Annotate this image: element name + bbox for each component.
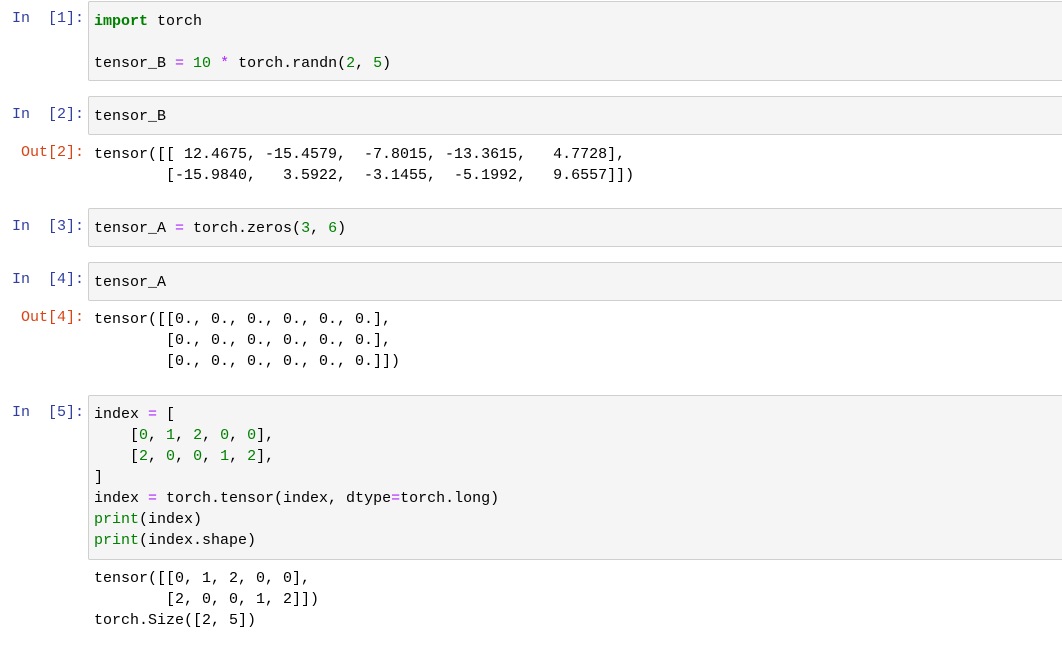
code-line: index = [	[94, 404, 1062, 425]
code-line: print(index.shape)	[94, 530, 1062, 551]
code-token: 10	[193, 55, 212, 72]
code-line: ]	[94, 467, 1062, 488]
code-token: ,	[202, 427, 221, 444]
code-token: 2	[247, 448, 257, 465]
code-line: tensor_A	[94, 272, 1062, 293]
code-token: (index.shape)	[139, 532, 257, 549]
code-token: ,	[202, 448, 221, 465]
code-token: 0	[139, 427, 149, 444]
code-token: torch.long)	[400, 490, 500, 507]
code-token: 6	[328, 220, 338, 237]
code-token: torch	[148, 13, 203, 30]
output-line: tensor([[0., 0., 0., 0., 0., 0.],	[94, 311, 392, 328]
code-token: 2	[346, 55, 356, 72]
code-token: [	[94, 448, 140, 465]
code-token: 0	[193, 448, 203, 465]
code-token: tensor_B	[94, 108, 167, 125]
code-token: torch.randn(	[229, 55, 347, 72]
code-token: import	[94, 13, 149, 30]
code-token: 2	[139, 448, 149, 465]
code-token: (index)	[139, 511, 203, 528]
code-input[interactable]: import torch tensor_B = 10 * torch.randn(…	[88, 1, 1062, 81]
code-token: 1	[220, 448, 230, 465]
code-line: print(index)	[94, 509, 1062, 530]
code-token: 0	[220, 427, 230, 444]
code-token: ,	[175, 427, 194, 444]
code-token: 2	[193, 427, 203, 444]
code-token: ,	[148, 448, 167, 465]
code-token: tensor_B	[94, 55, 176, 72]
code-line: tensor_B = 10 * torch.randn(2, 5)	[94, 53, 1062, 74]
code-token: )	[337, 220, 347, 237]
output-line: [2, 0, 0, 1, 2]])	[94, 591, 320, 608]
cell-output: tensor([[0, 1, 2, 0, 0], [2, 0, 0, 1, 2]…	[94, 568, 319, 631]
code-input[interactable]: tensor_A	[88, 262, 1062, 301]
code-line: import torch	[94, 11, 1062, 32]
code-token: ]	[94, 469, 104, 486]
in-prompt: In [2]:	[11, 106, 84, 123]
code-token: ],	[256, 427, 275, 444]
code-token: =	[391, 490, 401, 507]
code-line: [0, 1, 2, 0, 0],	[94, 425, 1062, 446]
cell-output: tensor([[0., 0., 0., 0., 0., 0.], [0., 0…	[94, 309, 400, 372]
output-line: [-15.9840, 3.5922, -3.1455, -5.1992, 9.6…	[94, 167, 635, 184]
code-token: print	[94, 511, 140, 528]
code-input[interactable]: tensor_B	[88, 96, 1062, 135]
out-prompt: Out[2]:	[20, 144, 84, 161]
code-line: tensor_B	[94, 106, 1062, 127]
in-prompt: In [3]:	[11, 218, 84, 235]
code-input[interactable]: tensor_A = torch.zeros(3, 6)	[88, 208, 1062, 247]
code-line: index = torch.tensor(index, dtype=torch.…	[94, 488, 1062, 509]
output-line: tensor([[0, 1, 2, 0, 0],	[94, 570, 311, 587]
code-token: 5	[373, 55, 383, 72]
in-prompt: In [4]:	[11, 271, 84, 288]
code-token: 1	[166, 427, 176, 444]
code-input[interactable]: index = [ [0, 1, 2, 0, 0], [2, 0, 0, 1, …	[88, 395, 1062, 560]
code-token: torch.zeros(	[184, 220, 302, 237]
code-token: =	[148, 406, 158, 423]
code-token: [	[94, 427, 140, 444]
code-token: 0	[247, 427, 257, 444]
code-line: tensor_A = torch.zeros(3, 6)	[94, 218, 1062, 239]
code-token: ,	[310, 220, 329, 237]
code-line: [2, 0, 0, 1, 2],	[94, 446, 1062, 467]
in-prompt: In [1]:	[11, 10, 84, 27]
output-line: torch.Size([2, 5])	[94, 612, 257, 629]
code-token: ,	[229, 427, 248, 444]
code-token: [	[157, 406, 176, 423]
out-prompt: Out[4]:	[20, 309, 84, 326]
code-token: ,	[229, 448, 248, 465]
code-token: print	[94, 532, 140, 549]
code-token: index	[94, 406, 149, 423]
code-token: ,	[355, 55, 374, 72]
code-token: ,	[175, 448, 194, 465]
code-token: ,	[148, 427, 167, 444]
output-line: [0., 0., 0., 0., 0., 0.],	[94, 332, 392, 349]
code-token: index	[94, 490, 149, 507]
code-token: tensor_A	[94, 220, 176, 237]
output-line: tensor([[ 12.4675, -15.4579, -7.8015, -1…	[94, 146, 626, 163]
code-token: =	[148, 490, 158, 507]
in-prompt: In [5]:	[11, 404, 84, 421]
code-token: 3	[301, 220, 311, 237]
code-token: 0	[166, 448, 176, 465]
code-token: =	[175, 55, 185, 72]
code-token: =	[175, 220, 185, 237]
cell-output: tensor([[ 12.4675, -15.4579, -7.8015, -1…	[94, 144, 634, 186]
code-token: torch.tensor(index, dtype	[157, 490, 392, 507]
output-line: [0., 0., 0., 0., 0., 0.]])	[94, 353, 401, 370]
code-token: *	[220, 55, 230, 72]
code-token: )	[382, 55, 392, 72]
code-token: ],	[256, 448, 275, 465]
code-token: tensor_A	[94, 274, 167, 291]
